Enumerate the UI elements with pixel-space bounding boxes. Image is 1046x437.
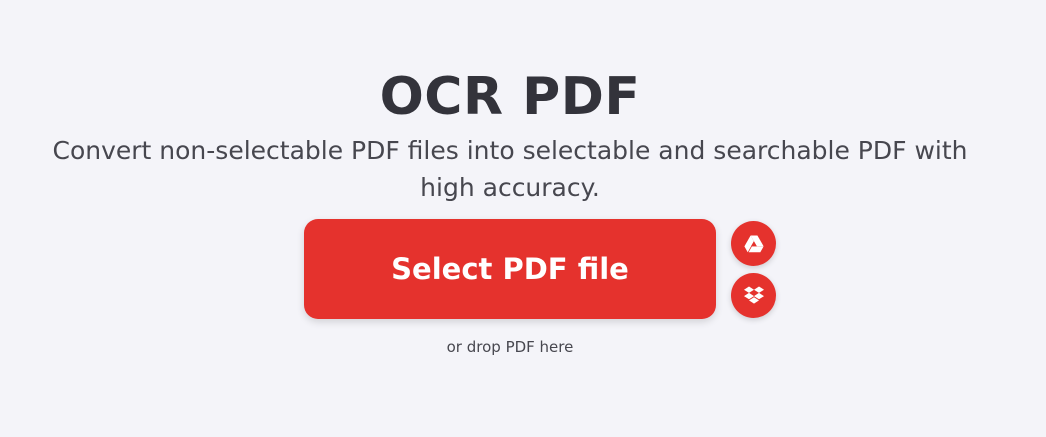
select-pdf-button[interactable]: Select PDF file [304,219,716,319]
upload-area: Select PDF file or drop PDF here [304,219,776,359]
page-title: OCR PDF [379,66,641,127]
page-subtitle: Convert non-selectable PDF files into se… [52,136,968,202]
dropbox-icon [743,286,764,305]
google-drive-button[interactable] [731,221,776,266]
dropbox-button[interactable] [731,273,776,318]
google-drive-icon [743,235,764,253]
drop-hint: or drop PDF here [446,338,574,356]
